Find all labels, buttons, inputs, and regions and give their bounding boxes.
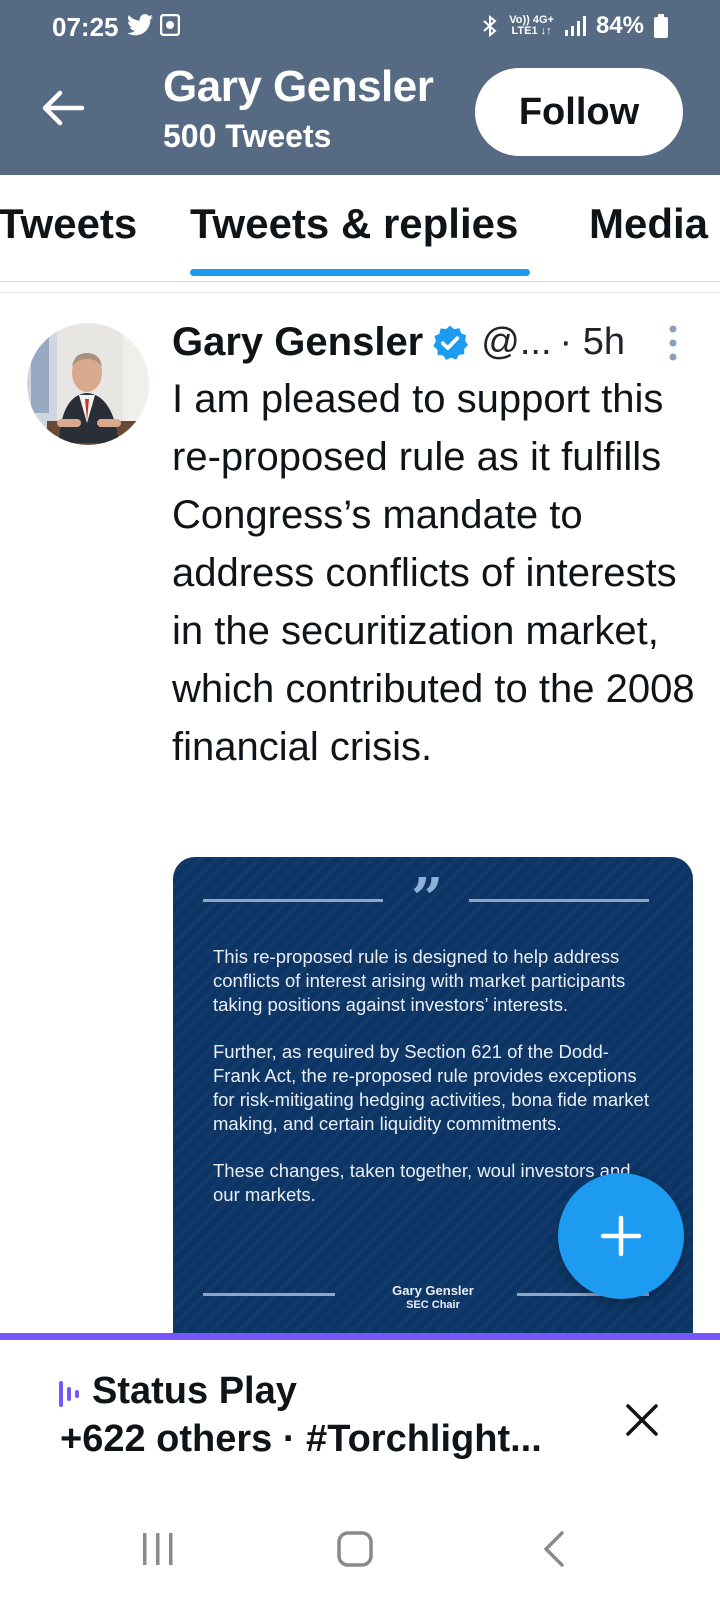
profile-tabs: Tweets Tweets & replies Media: [0, 175, 720, 282]
status-bar: 07:25 Vo)) 4G+ LTE1 ↓↑ 84%: [0, 0, 720, 58]
recent-apps-icon[interactable]: [140, 1530, 176, 1568]
tab-media[interactable]: Media: [589, 200, 708, 248]
active-tab-indicator: [190, 269, 530, 276]
battery-icon: [654, 14, 668, 38]
follow-button[interactable]: Follow: [475, 68, 683, 156]
tweet-timestamp: · 5h: [559, 321, 625, 363]
space-title: Status Play: [92, 1370, 297, 1412]
twitter-bird-icon: [127, 14, 153, 36]
verified-badge-icon: [433, 325, 469, 360]
quote-divider-left: [203, 899, 383, 902]
battery-percent: 84%: [595, 12, 644, 39]
plus-icon: [600, 1215, 642, 1257]
space-subtitle: +622 others · #Torchlight...: [60, 1418, 542, 1460]
back-arrow-icon[interactable]: [40, 85, 86, 131]
quotation-mark-icon: ”: [411, 866, 444, 932]
tweet-author-handle[interactable]: @...: [481, 321, 551, 364]
profile-name-title: Gary Gensler: [163, 62, 434, 111]
quote-paragraph: This re-proposed rule is designed to hel…: [213, 946, 626, 1015]
close-icon[interactable]: [624, 1402, 660, 1438]
spaces-bar[interactable]: Status Play +622 others · #Torchlight...: [0, 1333, 720, 1500]
network-type: Vo)) 4G+ LTE1 ↓↑: [509, 15, 554, 37]
tweet-author-name[interactable]: Gary Gensler: [172, 320, 423, 365]
tab-tweets-replies[interactable]: Tweets & replies: [190, 200, 518, 248]
more-options-icon[interactable]: [666, 323, 680, 363]
network-type-bottom: LTE1 ↓↑: [511, 25, 552, 37]
profile-header: 07:25 Vo)) 4G+ LTE1 ↓↑ 84% Gary Gensler …: [0, 0, 720, 175]
back-nav-icon[interactable]: [540, 1530, 568, 1568]
status-right-cluster: Vo)) 4G+ LTE1 ↓↑ 84%: [481, 12, 668, 40]
home-icon[interactable]: [336, 1530, 374, 1568]
tweet-count: 500 Tweets: [163, 118, 332, 154]
notification-app-icon: [160, 14, 180, 36]
signal-icon: [564, 16, 586, 36]
tab-tweets[interactable]: Tweets: [0, 200, 137, 248]
bluetooth-icon: [483, 14, 497, 38]
quote-divider-right: [469, 899, 649, 902]
tweet-text: I am pleased to support this re-proposed…: [172, 377, 695, 769]
quote-author-role: SEC Chair: [406, 1299, 460, 1311]
compose-tweet-button[interactable]: [558, 1173, 684, 1299]
quote-paragraph: Further, as required by Section 621 of t…: [213, 1041, 649, 1134]
avatar[interactable]: [27, 323, 149, 445]
audio-spaces-icon: [59, 1381, 79, 1407]
system-navigation-bar: [0, 1500, 720, 1600]
status-time: 07:25: [52, 12, 119, 42]
tweet-header: Gary Gensler @... · 5h: [172, 320, 625, 365]
